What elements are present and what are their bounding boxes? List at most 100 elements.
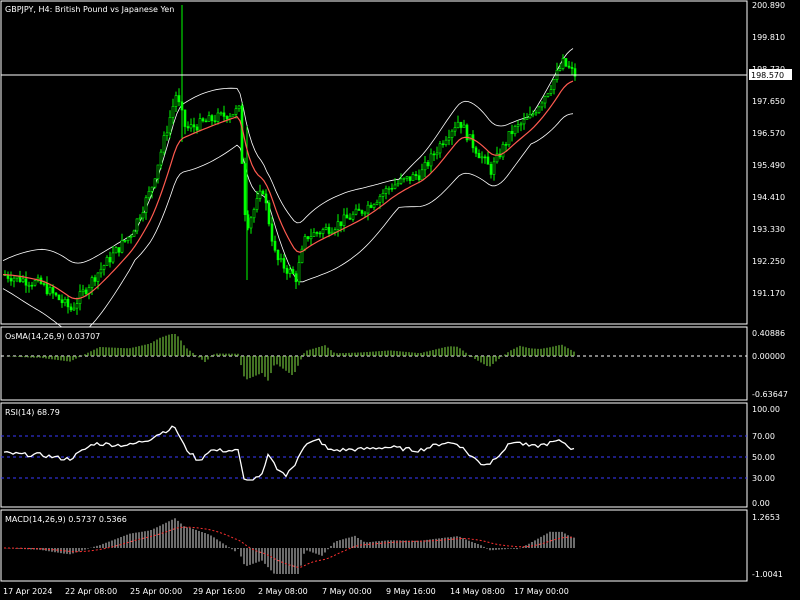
candle-body: [66, 298, 70, 308]
candle-body: [117, 247, 121, 253]
candle-body: [363, 212, 367, 215]
candle-body: [102, 265, 106, 270]
osma-panel[interactable]: OsMA(14,26,9) 0.03707 0.40886 0.00000 -0…: [0, 326, 788, 401]
rsi-axis-tick: 70.00: [752, 432, 775, 441]
price-tick: 191.170: [752, 289, 785, 298]
candle-body: [12, 277, 16, 282]
candle-body: [30, 284, 34, 287]
candle-body: [402, 177, 406, 180]
price-axis: 200.890 199.810 198.730 197.650 196.570 …: [752, 1, 785, 298]
candle-body: [324, 227, 328, 230]
time-tick: 2 May 08:00: [258, 587, 308, 596]
candle-body: [312, 232, 316, 237]
candle-body: [384, 188, 388, 194]
candle-body: [288, 269, 292, 274]
candle-body: [504, 144, 508, 146]
candle-body: [297, 262, 301, 283]
candle-body: [510, 131, 514, 135]
candle-body: [54, 292, 58, 296]
candle-body: [237, 105, 241, 110]
candle-body: [291, 269, 295, 275]
candle-body: [243, 163, 247, 215]
candle-body: [120, 240, 124, 253]
candle-body: [138, 217, 142, 220]
candle-body: [273, 240, 277, 251]
candle-body: [204, 120, 208, 123]
candle-body: [207, 115, 211, 122]
rsi-panel[interactable]: RSI(14) 68.79 100.00 70.00 50.00 30.00 0…: [0, 402, 780, 508]
candle-body: [144, 197, 148, 213]
candle-body: [189, 124, 193, 129]
candle-body: [531, 113, 535, 116]
macd-panel[interactable]: MACD(14,26,9) 0.5737 0.5366 1.2653 -1.00…: [0, 509, 783, 582]
candle-body: [141, 212, 145, 219]
symbol-title: GBPJPY, H4: British Pound vs Japanese Ye…: [5, 5, 174, 14]
candle-body: [474, 147, 478, 154]
candle-body: [216, 112, 220, 122]
candle-body: [372, 204, 376, 208]
candle-body: [480, 156, 484, 159]
candle-body: [450, 130, 454, 138]
candle-body: [309, 236, 313, 240]
time-tick: 7 May 00:00: [322, 587, 372, 596]
candle-body: [69, 306, 73, 311]
candle-body: [462, 124, 466, 128]
candle-body: [396, 182, 400, 186]
candle-body: [507, 131, 511, 146]
candle-body: [339, 221, 343, 226]
candle-body: [453, 127, 457, 132]
candle-body: [42, 283, 46, 285]
candle-body: [135, 218, 139, 232]
candle-body: [174, 95, 178, 107]
candle-body: [318, 232, 322, 235]
candle-body: [63, 298, 67, 304]
rsi-axis-tick: 100.00: [752, 405, 780, 414]
candle-body: [321, 229, 325, 234]
candle-body: [315, 232, 319, 234]
candle-body: [534, 112, 538, 115]
candle-body: [48, 287, 52, 295]
candle-body: [276, 249, 280, 261]
main-price-panel[interactable]: GBPJPY, H4: British Pound vs Japanese Ye…: [0, 0, 792, 335]
candle-body: [354, 208, 358, 215]
candle-body: [378, 196, 382, 203]
candle-body: [72, 307, 76, 311]
candle-body: [258, 190, 262, 199]
time-tick: 14 May 08:00: [450, 587, 505, 596]
candle-body: [381, 193, 385, 197]
candle-body: [438, 143, 442, 154]
candle-body: [477, 152, 481, 159]
osma-axis-tick: -0.63647: [752, 390, 788, 399]
candle-body: [114, 247, 118, 254]
candle-body: [366, 204, 370, 214]
candle-body: [264, 193, 268, 204]
candle-body: [108, 257, 112, 263]
price-tick: 192.250: [752, 257, 785, 266]
candle-body: [414, 174, 418, 176]
candle-body: [198, 118, 202, 131]
candle-body: [513, 126, 517, 135]
candle-body: [549, 89, 553, 94]
candle-body: [519, 123, 523, 126]
candle-body: [399, 178, 403, 184]
candle-body: [255, 198, 259, 210]
candle-body: [441, 143, 445, 146]
candle-body: [267, 202, 271, 225]
price-tick: 200.890: [752, 1, 785, 10]
price-tick: 193.330: [752, 225, 785, 234]
candle-body: [333, 229, 337, 233]
candle-body: [564, 58, 568, 67]
candle-body: [543, 96, 547, 104]
candle-body: [447, 137, 451, 141]
candle-body: [168, 117, 172, 134]
candle-body: [390, 187, 394, 190]
candle-body: [342, 214, 346, 226]
candle-body: [501, 144, 505, 158]
time-tick: 9 May 16:00: [386, 587, 436, 596]
trading-chart[interactable]: GBPJPY, H4: British Pound vs Japanese Ye…: [0, 0, 800, 600]
candle-body: [552, 79, 556, 90]
candle-body: [126, 236, 130, 241]
candle-body: [33, 280, 37, 286]
time-tick: 29 Apr 16:00: [193, 587, 245, 596]
price-tick: 199.810: [752, 33, 785, 42]
